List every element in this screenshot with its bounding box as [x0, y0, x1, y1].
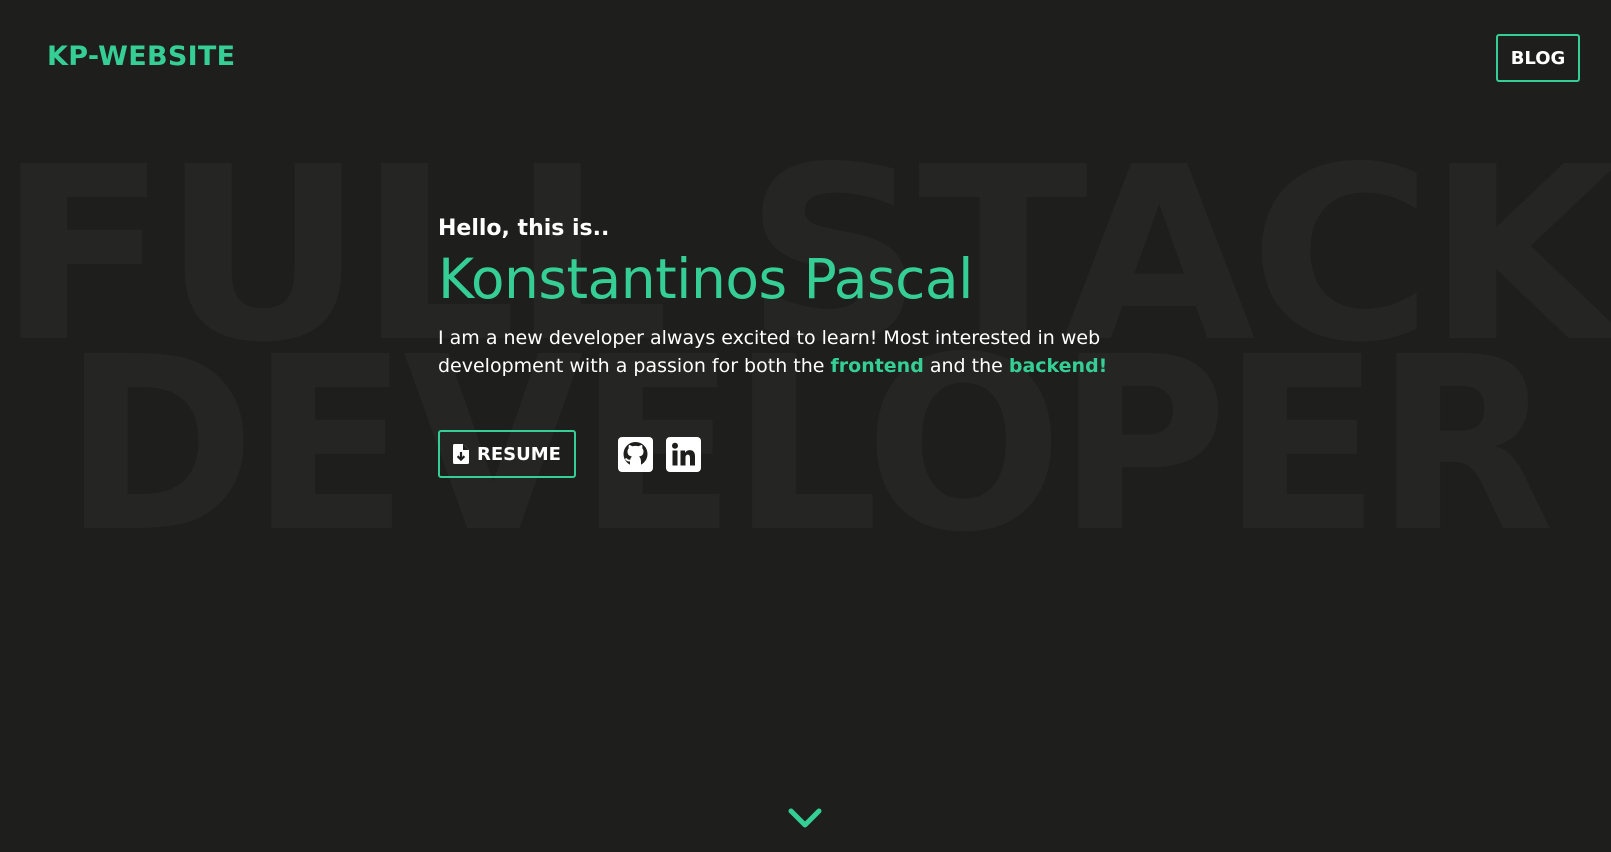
- site-logo[interactable]: KP-WEBSITE: [47, 41, 235, 72]
- social-links: [618, 436, 701, 472]
- resume-button-label: RESUME: [477, 443, 561, 465]
- description-text-2: and the: [923, 355, 1009, 377]
- chevron-down-icon[interactable]: [787, 806, 823, 830]
- hero-actions: RESUME: [438, 430, 1198, 478]
- github-icon[interactable]: [618, 436, 653, 472]
- blog-button-label: BLOG: [1510, 47, 1566, 69]
- blog-button[interactable]: BLOG: [1496, 34, 1580, 82]
- linkedin-icon[interactable]: [666, 436, 701, 472]
- resume-button[interactable]: RESUME: [438, 430, 576, 478]
- hero-name: Konstantinos Pascal: [438, 247, 973, 311]
- hero-description: I am a new developer always excited to l…: [438, 324, 1198, 380]
- page: FULL STACK DEVELOPER KP-WEBSITE BLOG Hel…: [0, 0, 1611, 852]
- frontend-highlight: frontend: [830, 355, 924, 377]
- backend-highlight: backend!: [1008, 355, 1108, 377]
- hero: Hello, this is.. Konstantinos Pascal I a…: [438, 214, 1198, 478]
- greeting: Hello, this is..: [438, 216, 610, 241]
- file-download-icon: [453, 444, 470, 464]
